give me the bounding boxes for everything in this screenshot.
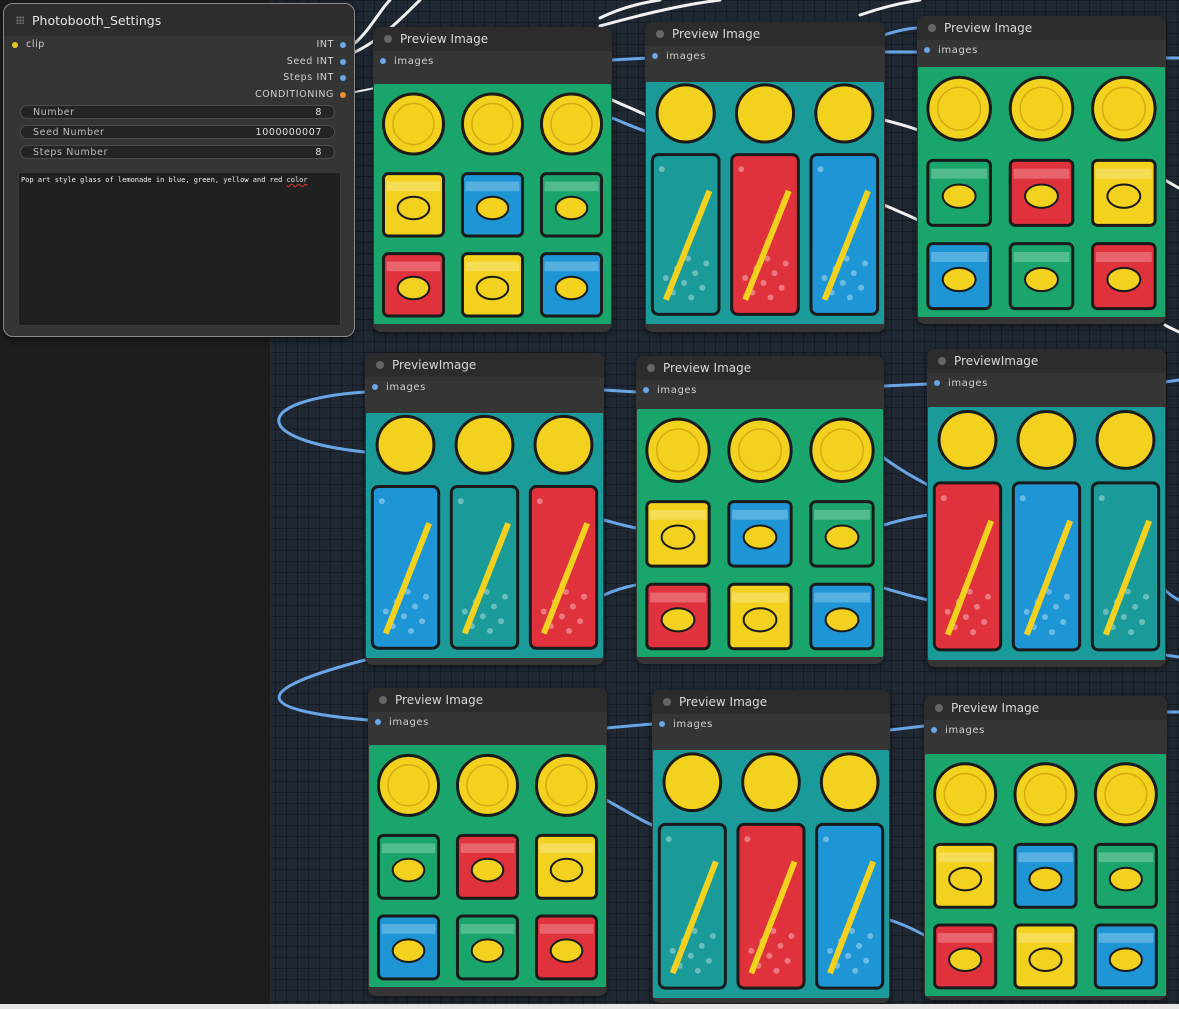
node-collapse-dot[interactable]	[376, 361, 384, 369]
preview-image-node[interactable]: PreviewImage images	[927, 349, 1166, 667]
drag-grip-icon[interactable]	[16, 16, 24, 24]
preview-image	[637, 409, 883, 657]
output-conditioning-label: CONDITIONING	[255, 89, 334, 100]
node-collapse-dot[interactable]	[935, 704, 943, 712]
settings-node-title[interactable]: Photobooth_Settings	[4, 4, 354, 36]
output-int-label: INT	[316, 39, 334, 50]
preview-image	[366, 413, 603, 658]
output-seed-int-label: Seed INT	[286, 56, 334, 67]
images-input-slot[interactable]	[643, 387, 649, 393]
preview-image	[928, 407, 1165, 660]
node-collapse-dot[interactable]	[379, 696, 387, 704]
steps-number-widget[interactable]: Steps Number 8	[20, 145, 335, 159]
images-input-slot[interactable]	[652, 53, 658, 59]
images-input-slot[interactable]	[931, 727, 937, 733]
preview-image	[646, 82, 884, 324]
preview-image-node[interactable]: Preview Image images	[368, 688, 607, 996]
number-widget[interactable]: Number 8	[20, 105, 335, 119]
output-steps-int-label: Steps INT	[283, 72, 334, 83]
prompt-textarea[interactable]: Pop art style glass of lemonade in blue,…	[18, 172, 341, 326]
node-collapse-dot[interactable]	[656, 30, 664, 38]
seed-number-widget[interactable]: Seed Number 1000000007	[20, 125, 335, 139]
preview-image-node[interactable]: Preview Image images	[636, 356, 884, 664]
output-int-slot[interactable]	[340, 42, 346, 48]
preview-image-node[interactable]: Preview Image images	[924, 696, 1167, 1000]
images-input-slot[interactable]	[659, 721, 665, 727]
preview-image-node[interactable]: PreviewImage images	[365, 353, 604, 665]
preview-image	[925, 754, 1166, 996]
node-collapse-dot[interactable]	[647, 364, 655, 372]
preview-image	[653, 750, 889, 998]
preview-image-node[interactable]: Preview Image images	[645, 22, 885, 332]
images-input-slot[interactable]	[375, 719, 381, 725]
preview-image-node[interactable]: Preview Image images	[917, 16, 1166, 324]
photobooth-settings-node[interactable]: Photobooth_Settings clip INT Seed INT St…	[3, 3, 355, 337]
clip-input-slot[interactable]	[12, 42, 18, 48]
misspelled-word: color	[286, 176, 308, 184]
images-input-slot[interactable]	[372, 384, 378, 390]
bottom-bar	[0, 1004, 1179, 1009]
node-collapse-dot[interactable]	[663, 698, 671, 706]
output-steps-int-slot[interactable]	[340, 75, 346, 81]
node-collapse-dot[interactable]	[938, 357, 946, 365]
output-conditioning-slot[interactable]	[340, 92, 346, 98]
node-collapse-dot[interactable]	[928, 24, 936, 32]
images-input-slot[interactable]	[380, 58, 386, 64]
preview-image-node[interactable]: Preview Image images	[373, 27, 612, 332]
node-collapse-dot[interactable]	[384, 35, 392, 43]
preview-image	[918, 67, 1165, 317]
images-input-slot[interactable]	[934, 380, 940, 386]
output-seed-int-slot[interactable]	[340, 59, 346, 65]
images-input-slot[interactable]	[924, 47, 930, 53]
preview-image-node[interactable]: Preview Image images	[652, 690, 890, 1003]
preview-image	[369, 745, 606, 987]
clip-input-label: clip	[26, 39, 45, 50]
preview-image	[374, 84, 611, 324]
